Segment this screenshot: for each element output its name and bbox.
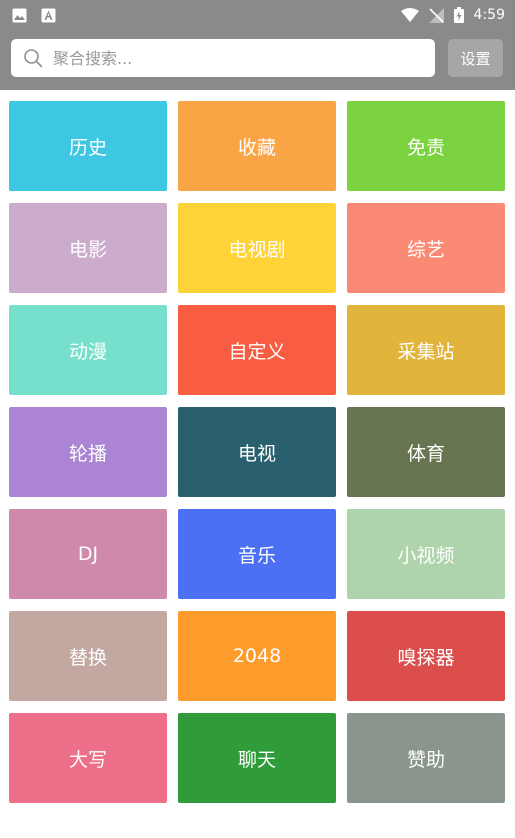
tile-uppercase[interactable]: 大写 (9, 713, 167, 803)
settings-button[interactable]: 设置 (448, 39, 503, 77)
wifi-icon (400, 8, 419, 22)
tile-disclaimer[interactable]: 免责 (347, 101, 505, 191)
search-header: 设置 (0, 30, 515, 90)
battery-charging-icon (453, 7, 464, 23)
tile-dj[interactable]: DJ (9, 509, 167, 599)
status-left-icons (12, 8, 56, 23)
image-icon (12, 8, 27, 23)
search-input[interactable] (53, 43, 413, 73)
tile-chat[interactable]: 聊天 (178, 713, 336, 803)
tile-tv-series[interactable]: 电视剧 (178, 203, 336, 293)
tile-anime[interactable]: 动漫 (9, 305, 167, 395)
status-bar: 4:59 (0, 0, 515, 30)
tile-movies[interactable]: 电影 (9, 203, 167, 293)
tile-grid: 历史 收藏 免责 电影 电视剧 综艺 动漫 自定义 采集站 轮播 电视 体育 D… (9, 101, 505, 803)
tile-collection-site[interactable]: 采集站 (347, 305, 505, 395)
tile-favorites[interactable]: 收藏 (178, 101, 336, 191)
tile-replace[interactable]: 替换 (9, 611, 167, 701)
tile-music[interactable]: 音乐 (178, 509, 336, 599)
tile-variety[interactable]: 综艺 (347, 203, 505, 293)
search-box[interactable] (11, 39, 435, 77)
no-signal-icon (428, 7, 444, 23)
tile-tv[interactable]: 电视 (178, 407, 336, 497)
tile-carousel[interactable]: 轮播 (9, 407, 167, 497)
status-time: 4:59 (473, 7, 505, 23)
tile-short-video[interactable]: 小视频 (347, 509, 505, 599)
tile-2048[interactable]: 2048 (178, 611, 336, 701)
tile-sports[interactable]: 体育 (347, 407, 505, 497)
tile-history[interactable]: 历史 (9, 101, 167, 191)
search-icon (23, 48, 43, 68)
tile-custom[interactable]: 自定义 (178, 305, 336, 395)
tile-sponsor[interactable]: 赞助 (347, 713, 505, 803)
status-right-icons: 4:59 (400, 7, 505, 23)
notification-a-icon (41, 8, 56, 23)
tile-sniffer[interactable]: 嗅探器 (347, 611, 505, 701)
